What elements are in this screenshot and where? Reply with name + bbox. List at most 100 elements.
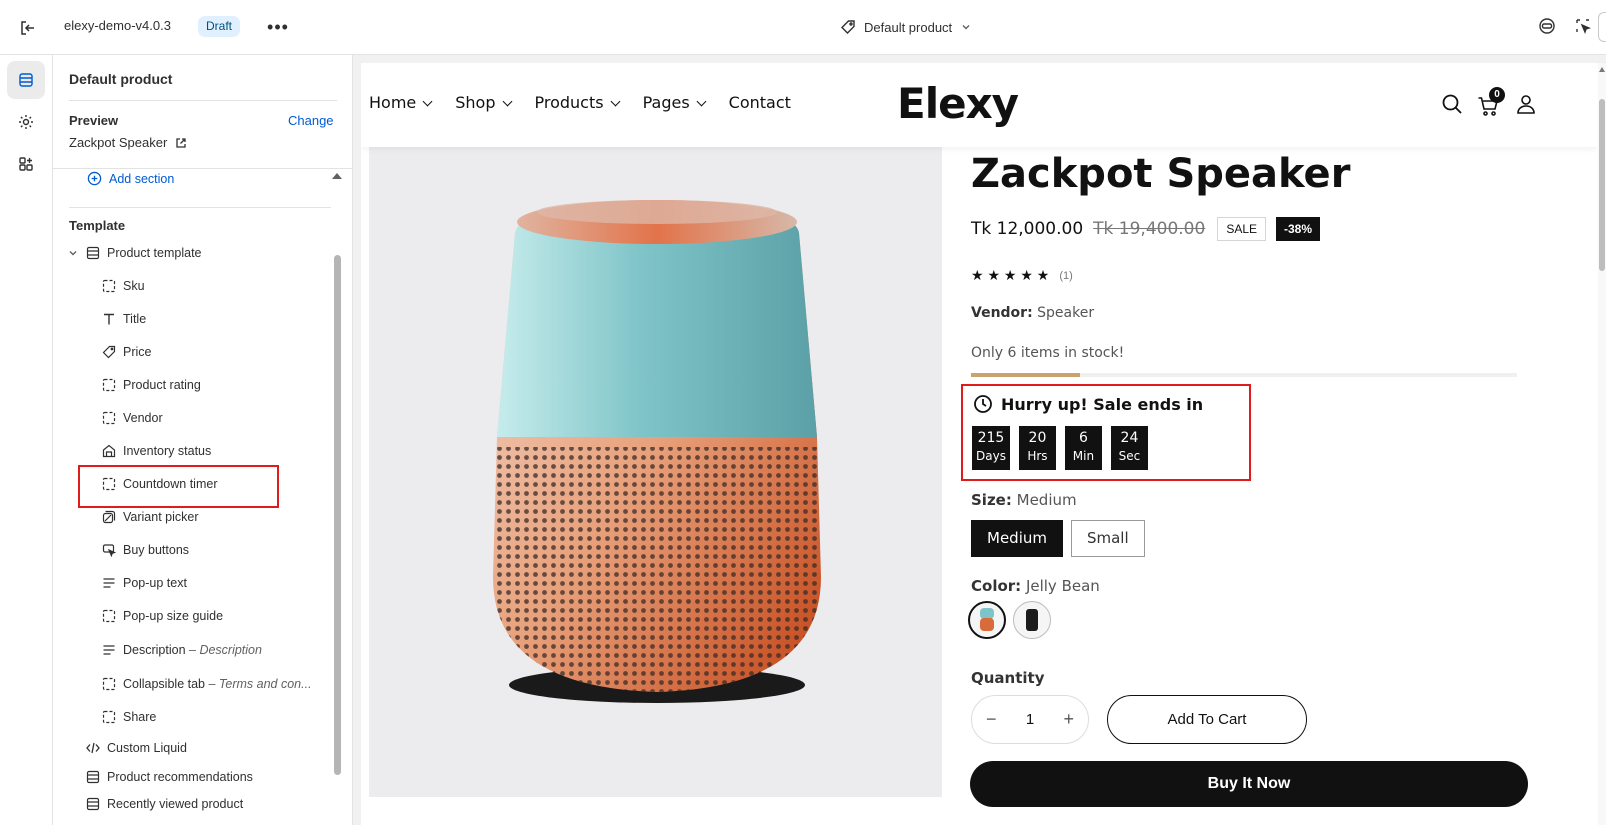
tree-item-label: Pop-up text [123, 576, 187, 590]
tree-item-buy-buttons[interactable]: Buy buttons [101, 538, 189, 562]
sections-panel: Default product Preview Change Zackpot S… [53, 55, 353, 825]
account-icon[interactable] [1515, 93, 1537, 120]
tree-item-recently-viewed[interactable]: Recently viewed product [85, 792, 243, 816]
cursor-click-icon [101, 542, 117, 558]
store-name: elexy-demo-v4.0.3 [64, 18, 171, 33]
color-swatch-jelly-bean[interactable] [968, 601, 1006, 639]
block-icon [101, 676, 117, 692]
tree-item-label: Buy buttons [123, 543, 190, 557]
speaker-image [493, 200, 821, 703]
countdown-hours: 20 Hrs [1018, 426, 1056, 470]
size-option-small[interactable]: Small [1070, 520, 1145, 557]
site-logo[interactable]: Elexy [897, 79, 1019, 128]
preview-label: Preview [69, 113, 119, 128]
tree-item-price[interactable]: Price [101, 340, 151, 364]
tree-item-variant-picker[interactable]: Variant picker [101, 505, 199, 529]
quantity-decrease-button[interactable]: − [986, 709, 997, 730]
inspector-icon [1539, 17, 1555, 34]
tree-item-product-rating[interactable]: Product rating [101, 373, 201, 397]
nav-item-contact[interactable]: Contact [729, 93, 791, 112]
size-selected-value: Medium [1016, 491, 1077, 509]
panel-scrollbar[interactable] [334, 255, 341, 775]
tree-item-label: Description [123, 643, 186, 657]
chevron-down-icon[interactable] [67, 247, 79, 259]
variant-icon [101, 509, 117, 525]
block-icon [101, 410, 117, 426]
tree-item-sku[interactable]: Sku [101, 274, 145, 298]
sections-tab[interactable] [7, 61, 45, 99]
cart-button[interactable]: 0 [1477, 86, 1505, 119]
vendor-name: Speaker [1037, 305, 1095, 321]
select-element-button[interactable] [1572, 16, 1594, 38]
chevron-down-icon [962, 25, 970, 30]
nav-item-shop[interactable]: Shop [455, 93, 512, 112]
tree-item-label: Title [123, 312, 147, 326]
change-preview-link[interactable]: Change [288, 113, 334, 128]
chevron-down-icon [610, 96, 621, 106]
app-embeds-tab[interactable] [7, 145, 45, 183]
chevron-down-icon [696, 96, 707, 106]
quantity-increase-button[interactable]: + [1063, 709, 1074, 730]
search-icon[interactable] [1441, 93, 1463, 120]
scroll-up-arrow[interactable] [332, 173, 342, 179]
preview-product-link[interactable]: Zackpot Speaker [69, 135, 187, 150]
color-swatches [968, 601, 1051, 639]
countdown-units: 215 Days 20 Hrs 6 Min 24 Sec [972, 426, 1148, 470]
tree-item-product-template[interactable]: Product template [67, 241, 202, 265]
cart-count-badge: 0 [1489, 86, 1505, 103]
scroll-up-arrow[interactable] [1599, 67, 1605, 72]
star-rating-icons: ★ ★ ★ ★ ★ [971, 267, 1050, 283]
quantity-value[interactable]: 1 [1026, 711, 1034, 728]
add-section-button[interactable]: Add section [87, 171, 174, 186]
scrollbar-thumb[interactable] [1599, 99, 1605, 271]
tree-item-share[interactable]: Share [101, 705, 156, 729]
nav-item-products[interactable]: Products [535, 93, 621, 112]
tree-item-label: Variant picker [123, 510, 199, 524]
tree-item-description[interactable]: Description – Description [101, 638, 262, 662]
size-label: Size: Medium [971, 491, 1077, 509]
nav-item-pages[interactable]: Pages [643, 93, 707, 112]
tree-item-collapsible-tab[interactable]: Collapsible tab – Terms and con... [101, 672, 312, 696]
nav-item-home[interactable]: Home [369, 93, 433, 112]
inspector-button[interactable] [1536, 16, 1558, 38]
product-image[interactable] [369, 147, 942, 797]
quantity-label: Quantity [971, 669, 1045, 687]
tree-item-custom-liquid[interactable]: Custom Liquid [85, 736, 187, 760]
tree-item-title[interactable]: Title [101, 307, 146, 331]
countdown-unit: Hrs [1027, 449, 1048, 463]
countdown-value: 6 [1078, 430, 1088, 446]
tree-item-product-recommendations[interactable]: Product recommendations [85, 765, 253, 789]
vendor-label: Vendor: [971, 305, 1033, 321]
color-swatch-black[interactable] [1013, 601, 1051, 639]
template-picker[interactable]: Default product [840, 14, 972, 40]
countdown-value: 215 [977, 430, 1005, 446]
tree-item-inventory-status[interactable]: Inventory status [101, 439, 211, 463]
swatch-image [1026, 609, 1038, 631]
theme-settings-tab[interactable] [7, 103, 45, 141]
countdown-heading-text: Hurry up! Sale ends in [1001, 394, 1204, 414]
countdown-minutes: 6 Min [1064, 426, 1102, 470]
exit-button[interactable] [16, 16, 40, 40]
preview-scrollbar[interactable] [1598, 63, 1606, 825]
tree-item-label: Inventory status [123, 444, 212, 458]
gear-icon [19, 115, 33, 129]
add-to-cart-button[interactable]: Add To Cart [1107, 695, 1307, 744]
inventory-status: Only 6 items in stock! [971, 345, 1125, 361]
compare-at-price: Tk 19,400.00 [1093, 219, 1206, 239]
tree-item-popup-size-guide[interactable]: Pop-up size guide [101, 604, 223, 628]
select-cursor-icon [1576, 18, 1591, 34]
quantity-stepper: − 1 + [971, 695, 1089, 744]
toolbar-edge [1598, 12, 1606, 42]
tree-item-label: Share [123, 710, 157, 724]
buy-now-button[interactable]: Buy It Now [970, 761, 1528, 807]
tree-item-sublabel: – Terms and con... [208, 677, 312, 691]
more-actions-button[interactable]: ••• [265, 15, 291, 39]
tree-item-popup-text[interactable]: Pop-up text [101, 571, 187, 595]
size-option-medium[interactable]: Medium [971, 520, 1063, 557]
external-link-icon [176, 137, 186, 148]
panel-title: Default product [69, 71, 173, 87]
block-icon [101, 377, 117, 393]
tree-item-label: Product rating [123, 378, 201, 392]
divider [69, 207, 331, 208]
tree-item-vendor[interactable]: Vendor [101, 406, 163, 430]
